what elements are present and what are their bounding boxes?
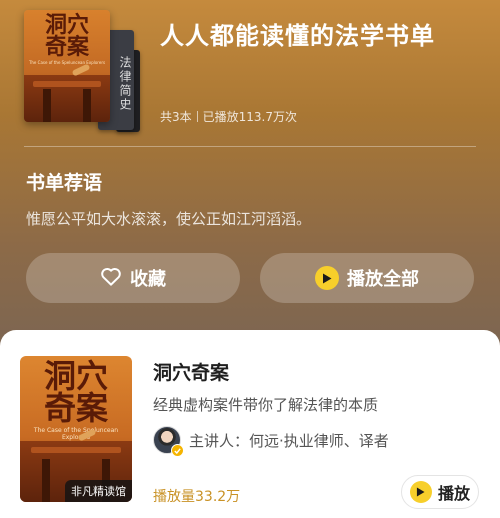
book-cover[interactable]: 洞穴 奇案 The Case of the Speluncean Explore… — [20, 356, 132, 502]
favorite-button[interactable]: 收藏 — [26, 253, 240, 303]
cover-badge: 非凡精读馆 — [65, 480, 132, 502]
cover-title: 洞穴 奇案 — [44, 12, 89, 60]
book-count: 共3本 — [160, 110, 192, 124]
play-count: 播放量33.2万 — [153, 489, 241, 505]
book-title[interactable]: 洞穴奇案 — [153, 358, 229, 385]
play-all-label: 播放全部 — [347, 269, 419, 290]
book-description: 经典虚构案件带你了解法律的本质 — [153, 396, 379, 414]
booklist-header: 法律简史 洞穴 奇案 The Case of the Speluncean Ex… — [0, 0, 500, 140]
favorite-label: 收藏 — [130, 269, 166, 290]
stacked-book-cover-1: 洞穴 奇案 The Case of the Speluncean Explore… — [24, 10, 110, 122]
speaker-avatar — [153, 426, 184, 457]
play-icon — [315, 266, 339, 290]
header-divider — [24, 146, 476, 147]
verified-badge-icon — [171, 444, 184, 457]
recommendation-quote: 惟愿公平如大水滚滚，使公正如江河滔滔。 — [26, 210, 312, 228]
heart-icon — [100, 266, 122, 291]
meta-divider — [196, 111, 198, 122]
speaker-info: 主讲人：何远·执业律师、译者 — [153, 426, 389, 457]
play-icon — [409, 481, 432, 503]
play-button[interactable]: 播放 — [401, 475, 479, 509]
play-stats: 已播放113.7万次 — [202, 110, 297, 124]
speaker-text: 主讲人：何远·执业律师、译者 — [189, 431, 389, 450]
page-title: 人人都能读懂的法学书单 — [160, 22, 435, 50]
play-all-button[interactable]: 播放全部 — [260, 253, 474, 303]
book-list-item[interactable]: 洞穴 奇案 The Case of the Speluncean Explore… — [0, 330, 500, 518]
book-cover-subtitle: The Case of the Speluncean Explorers — [33, 427, 119, 441]
cover-subtitle: The Case of the Speluncean Explorers — [28, 60, 106, 65]
booklist-meta: 共3本 已播放113.7万次 — [160, 108, 297, 125]
booklist-cover-stack[interactable]: 法律简史 洞穴 奇案 The Case of the Speluncean Ex… — [24, 10, 149, 132]
cover-illustration — [24, 63, 110, 122]
book-cover-title: 洞穴 奇案 — [43, 357, 108, 427]
play-label: 播放 — [437, 484, 470, 503]
recommendation-heading: 书单荐语 — [26, 172, 103, 194]
